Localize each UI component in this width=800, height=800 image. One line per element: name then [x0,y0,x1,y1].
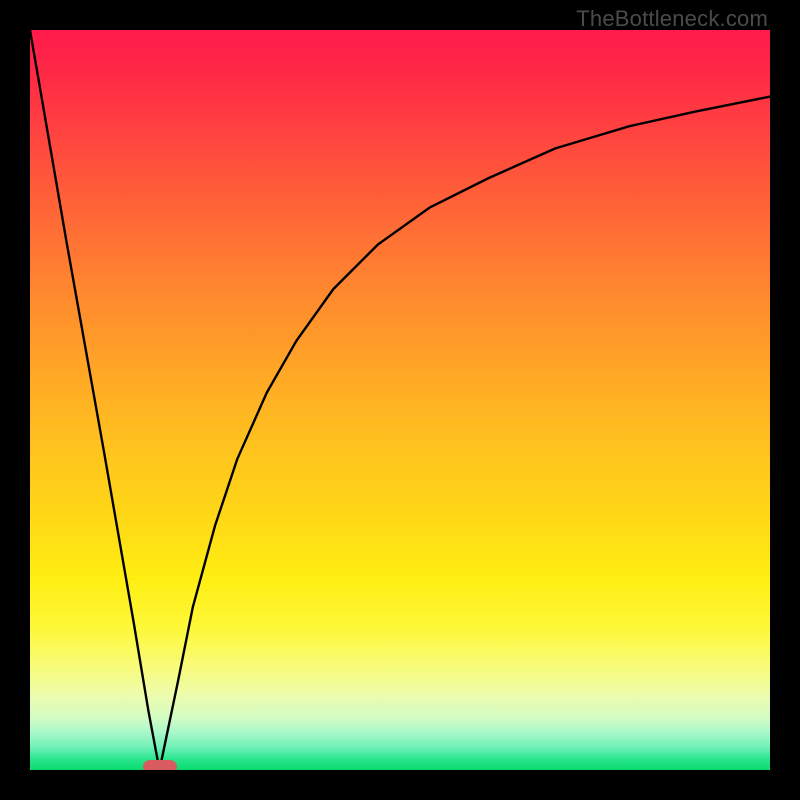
plot-area [30,30,770,770]
watermark-text: TheBottleneck.com [576,6,768,32]
curve-svg [30,30,770,770]
series-right-ascent [160,97,771,770]
series-left-descent [30,30,160,770]
chart-frame: TheBottleneck.com [0,0,800,800]
vertex-marker [143,760,177,770]
